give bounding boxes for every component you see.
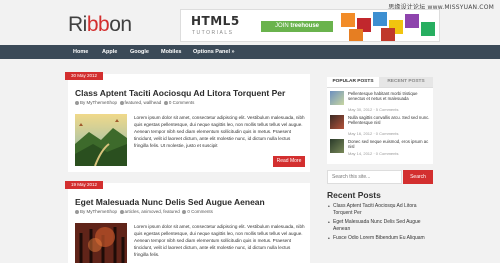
popular-post-date: May 30, 2012 · 5 Comments [348, 107, 399, 112]
nav-item-apple[interactable]: Apple [102, 45, 117, 59]
post-meta: By MyThemeShop articles, animoved, featu… [75, 209, 213, 214]
post-tags[interactable]: articles, animoved, featured [125, 209, 180, 214]
popular-post-item[interactable]: Donec sed neque euismod, eros ipsum ac n… [330, 139, 430, 159]
tab-recent-posts[interactable]: RECENT POSTS [379, 77, 433, 87]
comment-icon [182, 209, 187, 214]
banner-cta-brand: treehouse [290, 23, 320, 29]
nav-item-options-panel[interactable]: Options Panel » [193, 45, 235, 59]
recent-posts-heading: Recent Posts [327, 190, 381, 200]
post-date-badge: 19 May 2012 [65, 181, 104, 189]
post-thumbnail[interactable] [75, 223, 127, 263]
recent-post-link[interactable]: Fusce Odio Lorem Bibendum Eu Aliquam [333, 235, 433, 242]
post-meta: By MyThemeShop featured, wallhead 0 Comm… [75, 100, 194, 105]
popular-post-thumbnail[interactable] [330, 115, 344, 129]
popular-post-thumbnail[interactable] [330, 139, 344, 153]
bullet-icon: • [328, 236, 330, 242]
post-title[interactable]: Class Aptent Taciti Aociosqu Ad Litora T… [75, 88, 285, 98]
recent-post-link[interactable]: Eget Malesuada Nunc Delis Sed Augue Aene… [333, 219, 433, 232]
tag-icon [119, 209, 124, 214]
popular-post-date: May 14, 2012 · 0 Comments [348, 151, 399, 156]
popular-post-title[interactable]: Nulla sagittis convallis arcu. Sed sed n… [348, 115, 430, 125]
banner-block-icon [421, 22, 435, 36]
tab-popular-posts[interactable]: POPULAR POSTS [327, 77, 379, 87]
author-icon [75, 209, 79, 214]
nav-item-mobiles[interactable]: Mobiles [161, 45, 181, 59]
popular-post-date: May 16, 2012 · 0 Comments [348, 131, 399, 136]
post-author[interactable]: By MyThemeShop [80, 100, 117, 105]
banner-block-icon [373, 12, 387, 26]
post-card: 19 May 2012 Eget Malesuada Nunc Delis Se… [65, 181, 310, 263]
post-author[interactable]: By MyThemeShop [80, 209, 117, 214]
banner-cta-join: JOIN [274, 23, 289, 29]
header-banner-ad[interactable]: HTML5 TUTORIALS JOIN treehouse [180, 9, 440, 42]
popular-post-title[interactable]: Pellentesque habitant morbi tristique se… [348, 91, 430, 101]
popular-post-thumbnail[interactable] [330, 91, 344, 105]
banner-cta[interactable]: JOIN treehouse [261, 21, 333, 32]
post-comments[interactable]: 0 Comments [187, 209, 213, 214]
post-thumbnail[interactable] [75, 114, 127, 166]
tag-icon [119, 100, 124, 105]
post-title[interactable]: Eget Malesuada Nunc Delis Sed Augue Aene… [75, 197, 265, 207]
sidebar-tabs-widget: POPULAR POSTS RECENT POSTS Pellentesque … [327, 77, 433, 164]
banner-block-icon [405, 14, 419, 28]
banner-title: HTML5 [191, 14, 240, 28]
post-date-badge: 30 May 2012 [65, 72, 104, 80]
main-navigation: Home Apple Google Mobiles Options Panel … [0, 45, 500, 59]
logo-part-2: bb [86, 13, 110, 36]
banner-block-icon [341, 13, 355, 27]
popular-post-item[interactable]: Pellentesque habitant morbi tristique se… [330, 91, 430, 112]
post-excerpt: Lorem ipsum dolor sit amet, consectetur … [134, 115, 305, 148]
popular-post-title[interactable]: Donec sed neque euismod, eros ipsum ac n… [348, 139, 430, 149]
post-comments[interactable]: 0 Comments [169, 100, 195, 105]
post-card: 30 May 2012 Class Aptent Taciti Aociosqu… [65, 72, 310, 172]
site-logo[interactable]: Ribbon [68, 13, 132, 37]
banner-block-icon [349, 29, 363, 41]
banner-subtitle: TUTORIALS [192, 30, 234, 36]
bullet-icon: • [328, 204, 330, 210]
logo-part-3: on [109, 13, 132, 36]
search-button[interactable]: Search [403, 170, 433, 184]
nav-item-google[interactable]: Google [130, 45, 149, 59]
author-icon [75, 100, 79, 105]
bullet-icon: • [328, 220, 330, 226]
search-input[interactable]: Search this site... [327, 170, 402, 184]
banner-block-icon [381, 28, 395, 41]
nav-item-home[interactable]: Home [73, 45, 88, 59]
popular-post-item[interactable]: Nulla sagittis convallis arcu. Sed sed n… [330, 115, 430, 136]
comment-icon [163, 100, 168, 105]
read-more-button[interactable]: Read More [273, 156, 305, 167]
post-excerpt: Lorem ipsum dolor sit amet, consectetur … [134, 224, 305, 257]
post-tags[interactable]: featured, wallhead [125, 100, 162, 105]
logo-part-1: Ri [68, 13, 87, 36]
recent-post-link[interactable]: Class Aptent Taciti Aociosqu Ad Litora T… [333, 203, 433, 216]
